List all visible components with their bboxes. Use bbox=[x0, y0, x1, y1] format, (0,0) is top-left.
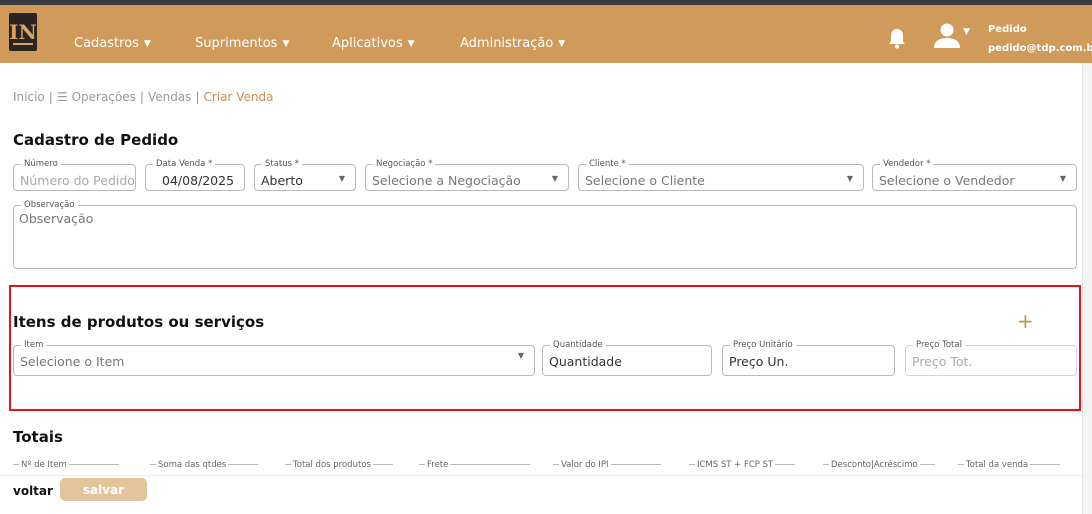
quantity-input[interactable]: Quantidade Quantidade bbox=[542, 339, 712, 376]
client-label: Cliente * bbox=[586, 158, 629, 170]
order-number-placeholder: Número do Pedido bbox=[20, 173, 135, 188]
user-menu-caret-icon[interactable]: ▼ bbox=[963, 27, 970, 37]
total-field: Soma das qtdes bbox=[150, 460, 259, 470]
sale-date-label: Data Venda * bbox=[153, 158, 216, 170]
nav-suprimentos-label: Suprimentos bbox=[195, 36, 278, 51]
chevron-down-icon: ▼ bbox=[517, 351, 524, 360]
sale-date-value: 04/08/2025 bbox=[162, 173, 235, 188]
nav-administracao-label: Administração bbox=[460, 36, 554, 51]
total-field: Desconto|Acréscimo bbox=[823, 460, 935, 470]
list-icon: ☰ bbox=[56, 90, 68, 104]
observation-label: Observação bbox=[21, 199, 78, 211]
totals-section-title: Totais bbox=[13, 428, 63, 446]
breadcrumb: Inicio | ☰ Operações | Vendas | Criar Ve… bbox=[13, 90, 273, 104]
items-section-title: Itens de produtos ou serviços bbox=[13, 313, 265, 331]
user-name: Pedido bbox=[988, 24, 1027, 35]
seller-placeholder: Selecione o Vendedor bbox=[879, 173, 1015, 188]
bell-icon[interactable] bbox=[887, 27, 907, 49]
logo-underline bbox=[13, 43, 33, 45]
client-placeholder: Selecione o Cliente bbox=[585, 173, 705, 188]
user-email: pedido@tdp.com.br bbox=[988, 43, 1092, 54]
negotiation-placeholder: Selecione a Negociação bbox=[372, 173, 521, 188]
unit-price-label: Preço Unitário bbox=[730, 339, 796, 351]
breadcrumb-current: Criar Venda bbox=[203, 90, 274, 104]
chevron-down-icon: ▼ bbox=[143, 38, 151, 49]
chevron-down-icon: ▼ bbox=[558, 38, 566, 49]
order-section-title: Cadastro de Pedido bbox=[13, 131, 179, 149]
seller-select[interactable]: Vendedor * Selecione o Vendedor ▼ bbox=[872, 158, 1077, 191]
observation-placeholder: Observação bbox=[19, 211, 94, 226]
status-select[interactable]: Status * Aberto ▼ bbox=[254, 158, 356, 191]
add-item-plus-icon[interactable]: + bbox=[1017, 309, 1034, 333]
app-logo[interactable]: IN bbox=[9, 13, 37, 51]
breadcrumb-home[interactable]: Inicio bbox=[13, 90, 45, 104]
footer-bar bbox=[0, 475, 1092, 514]
chevron-down-icon: ▼ bbox=[338, 174, 345, 183]
unit-price-input[interactable]: Preço Unitário Preço Un. bbox=[722, 339, 895, 376]
nav-cadastros-label: Cadastros bbox=[74, 36, 139, 51]
nav-suprimentos[interactable]: Suprimentos ▼ bbox=[195, 36, 289, 51]
quantity-placeholder: Quantidade bbox=[549, 354, 622, 369]
chevron-down-icon: ▼ bbox=[846, 174, 853, 183]
quantity-label: Quantidade bbox=[550, 339, 606, 351]
order-number-field[interactable]: Número Número do Pedido bbox=[13, 158, 136, 191]
breadcrumb-separator: | bbox=[48, 90, 53, 104]
total-field: Nº de Item bbox=[13, 460, 119, 470]
total-field: Total da venda bbox=[958, 460, 1061, 470]
total-field: Total dos produtos bbox=[285, 460, 393, 470]
chevron-down-icon: ▼ bbox=[407, 38, 415, 49]
chevron-down-icon: ▼ bbox=[282, 38, 290, 49]
item-select[interactable]: Item Selecione o Item ▼ bbox=[13, 339, 535, 376]
navbar: IN Cadastros ▼ Suprimentos ▼ Aplicativos… bbox=[0, 5, 1092, 63]
unit-price-placeholder: Preço Un. bbox=[729, 354, 789, 369]
seller-label: Vendedor * bbox=[880, 158, 934, 170]
breadcrumb-separator: | bbox=[139, 90, 144, 104]
nav-cadastros[interactable]: Cadastros ▼ bbox=[74, 36, 151, 51]
nav-administracao[interactable]: Administração ▼ bbox=[460, 36, 565, 51]
save-button[interactable]: salvar bbox=[60, 478, 147, 501]
order-number-label: Número bbox=[21, 158, 61, 170]
total-field: ICMS ST + FCP ST bbox=[689, 460, 796, 470]
chevron-down-icon: ▼ bbox=[1059, 174, 1066, 183]
breadcrumb-operations[interactable]: Operações bbox=[72, 90, 136, 104]
client-select[interactable]: Cliente * Selecione o Cliente ▼ bbox=[578, 158, 864, 191]
total-field: Frete bbox=[419, 460, 531, 470]
totals-row: Nº de Item Soma das qtdes Total dos prod… bbox=[13, 460, 1073, 472]
sale-date-field[interactable]: Data Venda * 04/08/2025 bbox=[145, 158, 245, 191]
nav-aplicativos-label: Aplicativos bbox=[332, 36, 403, 51]
total-field: Valor do IPI bbox=[553, 460, 661, 470]
logo-letters: IN bbox=[9, 20, 37, 44]
total-price-placeholder: Preço Tot. bbox=[912, 354, 973, 369]
nav-aplicativos[interactable]: Aplicativos ▼ bbox=[332, 36, 415, 51]
user-avatar-icon[interactable] bbox=[933, 23, 965, 49]
total-price-label: Preço Total bbox=[913, 339, 965, 351]
back-button[interactable]: voltar bbox=[13, 484, 53, 498]
breadcrumb-separator: | bbox=[195, 90, 200, 104]
negotiation-select[interactable]: Negociação * Selecione a Negociação ▼ bbox=[365, 158, 569, 191]
status-label: Status * bbox=[262, 158, 303, 170]
negotiation-label: Negociação * bbox=[373, 158, 436, 170]
breadcrumb-sales[interactable]: Vendas bbox=[148, 90, 192, 104]
observation-textarea[interactable]: Observação Observação bbox=[13, 199, 1077, 269]
scrollbar[interactable] bbox=[1082, 63, 1092, 514]
status-value: Aberto bbox=[261, 173, 303, 188]
item-label: Item bbox=[21, 339, 47, 351]
chevron-down-icon: ▼ bbox=[551, 174, 558, 183]
total-price-input: Preço Total Preço Tot. bbox=[905, 339, 1077, 376]
item-placeholder: Selecione o Item bbox=[20, 354, 125, 369]
